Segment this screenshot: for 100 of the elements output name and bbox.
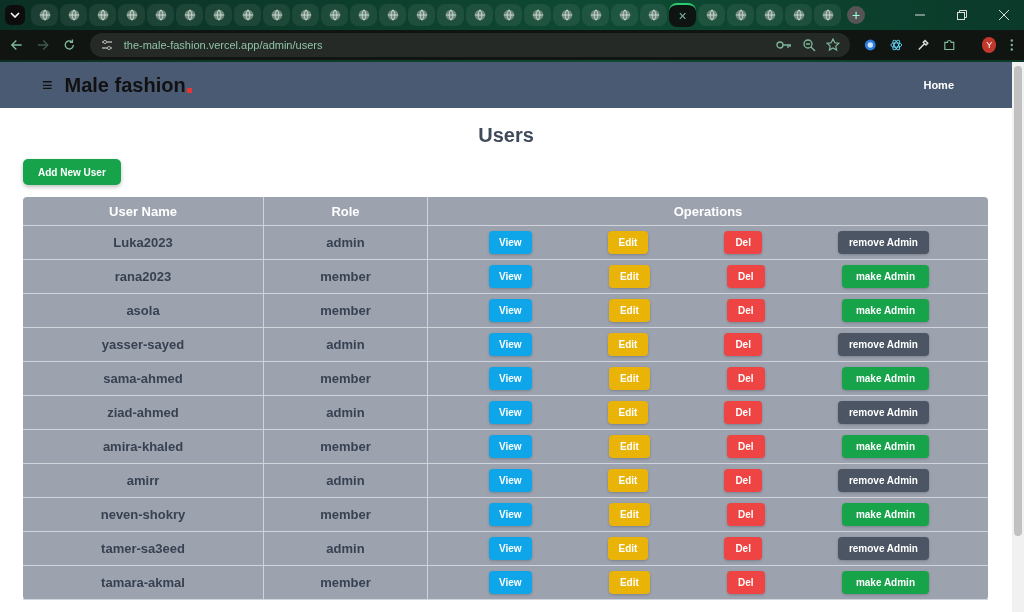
- browser-tab[interactable]: [234, 4, 261, 26]
- view-button[interactable]: View: [489, 231, 532, 254]
- nav-link[interactable]: Home: [923, 79, 954, 91]
- close-icon[interactable]: [998, 9, 1010, 21]
- tab-list-button[interactable]: [5, 5, 25, 25]
- view-button[interactable]: View: [489, 299, 532, 322]
- globe-icon: [763, 9, 776, 21]
- browser-tab[interactable]: [118, 4, 145, 26]
- browser-tab[interactable]: [814, 4, 841, 26]
- browser-tab[interactable]: [205, 4, 232, 26]
- make-button[interactable]: make Admin: [841, 571, 929, 594]
- menu-icon[interactable]: ≡: [42, 74, 53, 96]
- browser-tab[interactable]: [611, 4, 638, 26]
- remove-button[interactable]: remove Admin: [837, 469, 929, 492]
- browser-tab[interactable]: [292, 4, 319, 26]
- zoom-icon[interactable]: [801, 38, 816, 52]
- edit-button[interactable]: Edit: [607, 469, 649, 492]
- view-button[interactable]: View: [489, 401, 532, 424]
- browser-tab[interactable]: [524, 4, 551, 26]
- more-menu-icon[interactable]: [1010, 38, 1014, 52]
- atom-icon[interactable]: [890, 38, 903, 52]
- profile-avatar[interactable]: Y: [982, 37, 997, 53]
- globe-icon: [531, 9, 544, 21]
- browser-tab[interactable]: [350, 4, 377, 26]
- address-bar[interactable]: the-male-fashion.vercel.app/admin/users: [89, 33, 850, 57]
- browser-tab[interactable]: [147, 4, 174, 26]
- edit-button[interactable]: Edit: [608, 571, 650, 594]
- browser-tab[interactable]: [466, 4, 493, 26]
- del-button[interactable]: Del: [727, 435, 765, 458]
- extension-icon[interactable]: [863, 38, 877, 52]
- browser-tab[interactable]: [785, 4, 812, 26]
- edit-button[interactable]: Edit: [608, 265, 650, 288]
- view-button[interactable]: View: [489, 435, 532, 458]
- del-button[interactable]: Del: [727, 299, 765, 322]
- new-tab-button[interactable]: +: [847, 6, 865, 24]
- make-button[interactable]: make Admin: [841, 265, 929, 288]
- edit-button[interactable]: Edit: [607, 401, 649, 424]
- edit-button[interactable]: Edit: [608, 435, 650, 458]
- browser-tab[interactable]: [31, 4, 58, 26]
- browser-tab[interactable]: [640, 4, 667, 26]
- del-button[interactable]: Del: [724, 537, 762, 560]
- view-button[interactable]: View: [489, 333, 532, 356]
- view-button[interactable]: View: [489, 571, 532, 594]
- globe-icon: [125, 9, 138, 21]
- add-user-button[interactable]: Add New User: [23, 159, 121, 185]
- site-settings-icon[interactable]: [99, 38, 114, 52]
- del-button[interactable]: Del: [727, 571, 765, 594]
- edit-button[interactable]: Edit: [608, 367, 650, 390]
- remove-button[interactable]: remove Admin: [837, 537, 929, 560]
- make-button[interactable]: make Admin: [841, 503, 929, 526]
- del-button[interactable]: Del: [724, 401, 762, 424]
- browser-tab[interactable]: [698, 4, 725, 26]
- make-button[interactable]: make Admin: [841, 367, 929, 390]
- browser-tab[interactable]: [176, 4, 203, 26]
- reload-icon[interactable]: [63, 38, 76, 52]
- del-button[interactable]: Del: [724, 333, 762, 356]
- make-button[interactable]: make Admin: [841, 435, 929, 458]
- remove-button[interactable]: remove Admin: [837, 333, 929, 356]
- close-icon[interactable]: ×: [678, 9, 687, 23]
- del-button[interactable]: Del: [724, 231, 762, 254]
- table-cell: admin: [263, 395, 428, 430]
- scrollbar[interactable]: [1012, 62, 1024, 612]
- make-button[interactable]: make Admin: [841, 299, 929, 322]
- del-button[interactable]: Del: [727, 265, 765, 288]
- browser-tab[interactable]: ×: [669, 3, 696, 27]
- browser-tab[interactable]: [408, 4, 435, 26]
- view-button[interactable]: View: [489, 265, 532, 288]
- back-icon[interactable]: [10, 38, 23, 52]
- browser-tab[interactable]: [321, 4, 348, 26]
- del-button[interactable]: Del: [727, 367, 765, 390]
- browser-tab[interactable]: [89, 4, 116, 26]
- browser-tab[interactable]: [553, 4, 580, 26]
- restore-icon[interactable]: [956, 9, 968, 21]
- view-button[interactable]: View: [489, 537, 532, 560]
- edit-button[interactable]: Edit: [607, 231, 649, 254]
- edit-button[interactable]: Edit: [607, 333, 649, 356]
- eyedropper-icon[interactable]: [916, 38, 930, 52]
- browser-tab[interactable]: [60, 4, 87, 26]
- edit-button[interactable]: Edit: [607, 537, 649, 560]
- logo[interactable]: Male fashion: [64, 73, 186, 97]
- del-button[interactable]: Del: [727, 503, 765, 526]
- browser-tab[interactable]: [379, 4, 406, 26]
- star-icon[interactable]: [825, 38, 840, 52]
- remove-button[interactable]: remove Admin: [837, 401, 929, 424]
- puzzle-icon[interactable]: [943, 38, 957, 52]
- browser-tab[interactable]: [495, 4, 522, 26]
- view-button[interactable]: View: [489, 367, 532, 390]
- view-button[interactable]: View: [489, 469, 532, 492]
- remove-button[interactable]: remove Admin: [837, 231, 929, 254]
- key-icon[interactable]: [775, 39, 792, 51]
- view-button[interactable]: View: [489, 503, 532, 526]
- browser-tab[interactable]: [437, 4, 464, 26]
- browser-tab[interactable]: [582, 4, 609, 26]
- browser-tab[interactable]: [756, 4, 783, 26]
- browser-tab[interactable]: [263, 4, 290, 26]
- browser-tab[interactable]: [727, 4, 754, 26]
- table-cell: admin: [263, 327, 428, 362]
- edit-button[interactable]: Edit: [608, 503, 650, 526]
- edit-button[interactable]: Edit: [608, 299, 650, 322]
- del-button[interactable]: Del: [724, 469, 762, 492]
